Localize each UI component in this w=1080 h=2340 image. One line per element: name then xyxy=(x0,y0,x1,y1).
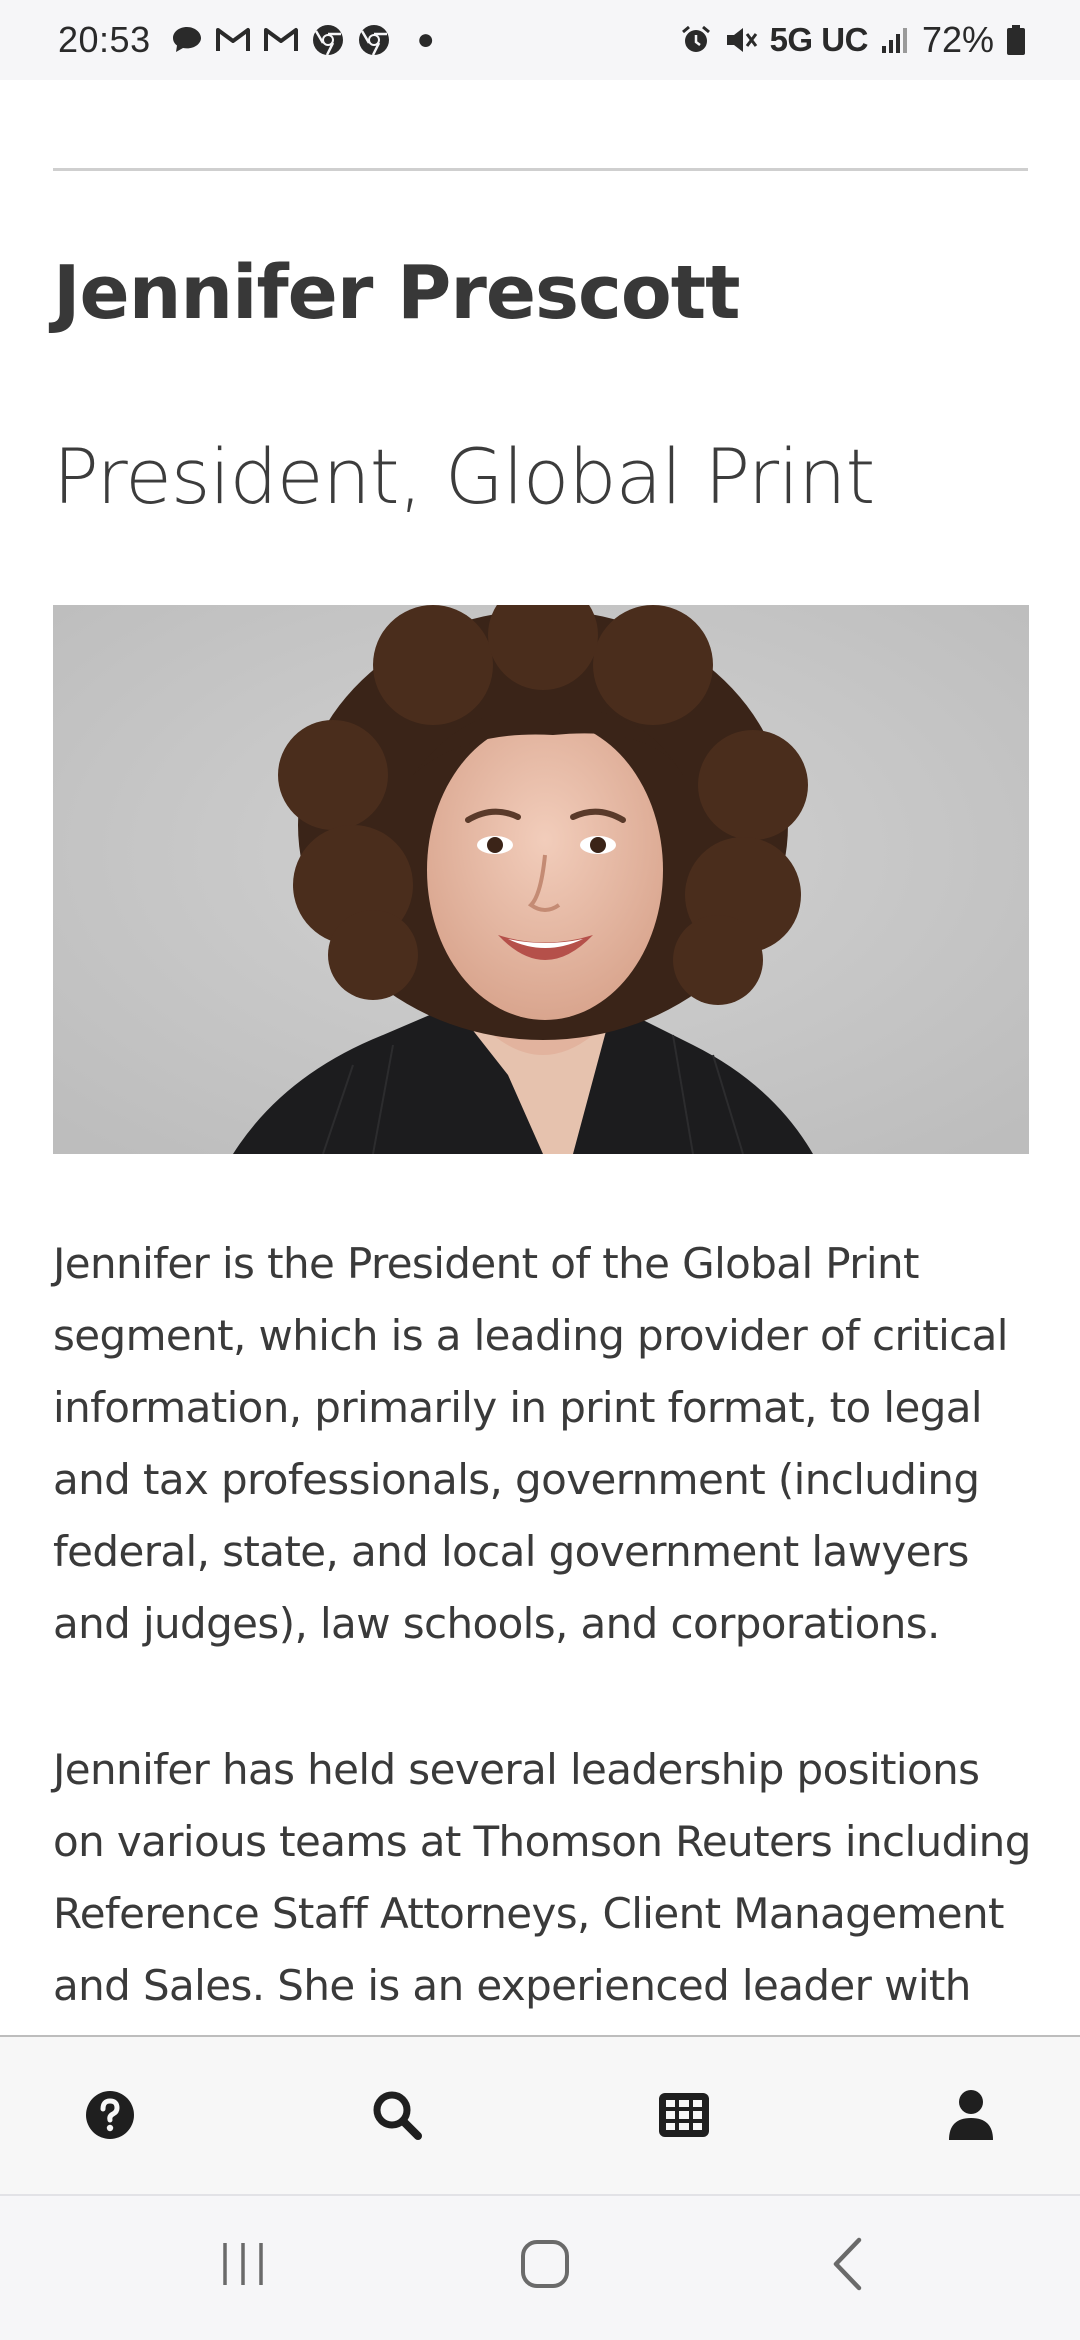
person-name: Jennifer Prescott xyxy=(53,250,741,336)
battery-percent: 72% xyxy=(921,19,994,60)
help-icon xyxy=(84,2089,136,2145)
chrome-icon xyxy=(357,23,391,57)
back-button[interactable] xyxy=(808,2231,888,2301)
mute-icon xyxy=(724,24,758,56)
bio-paragraph: Jennifer has held several leadership pos… xyxy=(53,1745,1031,2010)
back-icon xyxy=(828,2237,868,2295)
grid-button[interactable] xyxy=(644,2077,724,2157)
status-left: 20:53 ● xyxy=(58,19,435,61)
page-content: Jennifer Prescott President, Global Prin… xyxy=(0,80,1080,2036)
gmail-icon xyxy=(215,26,251,54)
account-button[interactable] xyxy=(931,2077,1011,2157)
network-type: 5G UC xyxy=(769,21,869,58)
home-button[interactable] xyxy=(505,2231,585,2301)
profile-photo xyxy=(53,605,1029,1154)
chrome-icon xyxy=(311,23,345,57)
signal-icon xyxy=(880,26,910,54)
alarm-icon xyxy=(680,24,712,56)
recents-button[interactable] xyxy=(203,2231,283,2301)
bottom-nav xyxy=(0,2035,1080,2194)
status-bar: 20:53 ● 5G UC 72% xyxy=(0,0,1080,80)
search-button[interactable] xyxy=(357,2077,437,2157)
battery-icon xyxy=(1006,24,1026,56)
notification-dot-icon: ● xyxy=(416,23,435,56)
account-icon xyxy=(948,2089,994,2145)
person-title: President, Global Print xyxy=(53,432,875,521)
bio-paragraph: Jennifer is the President of the Global … xyxy=(53,1239,1008,1648)
help-button[interactable] xyxy=(70,2077,150,2157)
grid-icon xyxy=(658,2092,710,2142)
home-icon xyxy=(520,2239,570,2293)
search-icon xyxy=(370,2088,424,2146)
screen: 20:53 ● 5G UC 72% Jennifer Prescott Pres… xyxy=(0,0,1080,2340)
system-nav xyxy=(0,2194,1080,2340)
chat-bubble-icon xyxy=(171,25,203,55)
gmail-icon xyxy=(263,26,299,54)
status-time: 20:53 xyxy=(58,19,151,60)
recents-icon xyxy=(219,2240,267,2292)
status-right: 5G UC 72% xyxy=(680,19,1026,61)
divider xyxy=(53,168,1028,171)
